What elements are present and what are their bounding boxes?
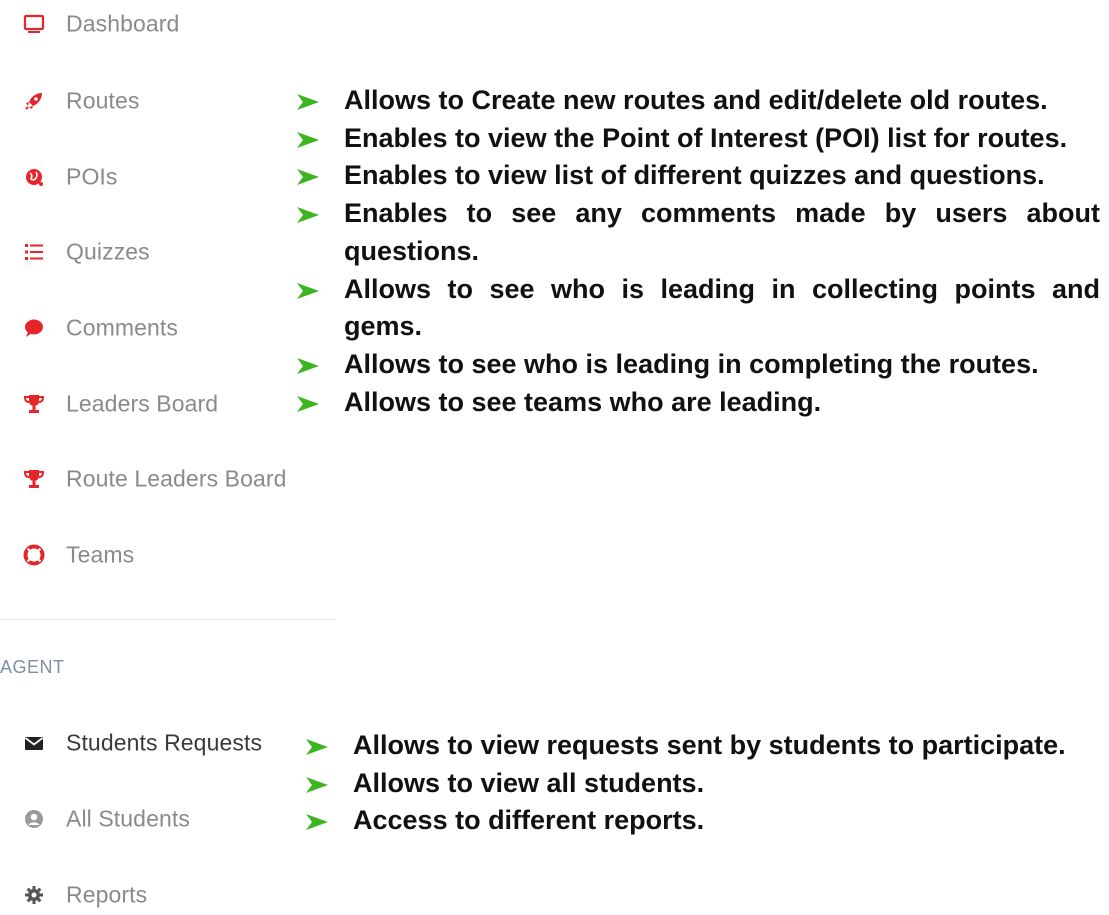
sidebar-item-reports[interactable]: Reports: [0, 875, 340, 915]
list-icon: [22, 240, 46, 264]
arrow-bullet-icon: [297, 395, 319, 412]
arrow-bullet-icon: [306, 739, 328, 755]
arrow-bullet-icon: [297, 94, 319, 110]
arrow-bullet-icon: [297, 169, 319, 186]
sidebar-item-dashboard[interactable]: Dashboard: [0, 4, 340, 44]
sidebar-item-label: Dashboard: [66, 10, 180, 37]
rocket-icon: [22, 89, 46, 113]
arrow-bullet-icon: [297, 207, 319, 224]
sidebar-item-leaders-board[interactable]: Leaders Board: [0, 384, 340, 424]
arrow-bullet-icon: [297, 282, 319, 299]
sidebar-item-comments[interactable]: Comments: [0, 308, 340, 348]
sidebar-item-teams[interactable]: Teams: [0, 535, 340, 575]
description-item: Allows to view all students.: [306, 765, 1100, 803]
sidebar-item-label: Reports: [66, 881, 148, 908]
trophy-icon: [22, 467, 46, 491]
sidebar-item-route-leaders-board[interactable]: Route Leaders Board: [0, 459, 340, 499]
sidebar-item-quizzes[interactable]: Quizzes: [0, 232, 340, 272]
sidebar-item-label: Students Requests: [66, 729, 263, 756]
description-item: Enables to view list of different quizze…: [297, 157, 1100, 195]
description-item: Enables to see any comments made by user…: [297, 195, 1100, 270]
sidebar-item-label: Quizzes: [66, 238, 150, 265]
sidebar-item-pois[interactable]: POIs: [0, 157, 340, 197]
arrow-bullet-icon: [306, 776, 328, 793]
sidebar-item-label: Leaders Board: [66, 390, 219, 417]
sidebar-item-students-requests[interactable]: Students Requests: [0, 723, 340, 763]
globe-icon: [22, 165, 46, 189]
description-item: Allows to Create new routes and edit/del…: [297, 82, 1100, 120]
comment-bubble-icon: [22, 316, 46, 340]
gear-icon: [22, 883, 46, 907]
sidebar-item-label: Route Leaders Board: [66, 465, 287, 492]
monitor-icon: [22, 12, 46, 36]
description-item: Enables to view the Point of Interest (P…: [297, 120, 1100, 158]
lifebuoy-icon: [22, 543, 46, 567]
arrow-bullet-icon: [297, 357, 319, 374]
sidebar-item-all-students[interactable]: All Students: [0, 799, 340, 839]
sidebar-divider: [0, 619, 336, 620]
agent-description-list: Allows to view requests sent by students…: [306, 727, 1100, 840]
description-item: Allows to view requests sent by students…: [306, 727, 1100, 765]
sidebar-item-label: Routes: [66, 87, 140, 114]
envelope-icon: [22, 731, 46, 755]
trophy-icon: [22, 392, 46, 416]
sidebar-item-label: POIs: [66, 163, 118, 190]
description-item: Allows to see who is leading in completi…: [297, 346, 1100, 384]
sidebar-item-label: All Students: [66, 805, 190, 832]
sidebar-item-routes[interactable]: Routes: [0, 81, 340, 121]
sidebar-section-heading-agent: AGENT: [0, 657, 65, 677]
sidebar-item-label: Comments: [66, 314, 178, 341]
arrow-bullet-icon: [297, 131, 319, 148]
description-item: Access to different reports.: [306, 802, 1100, 840]
user-circle-icon: [22, 807, 46, 831]
main-description-list: Allows to Create new routes and edit/del…: [297, 82, 1100, 421]
sidebar-item-label: Teams: [66, 541, 135, 568]
description-item: Allows to see teams who are leading.: [297, 384, 1100, 422]
description-item: Allows to see who is leading in collecti…: [297, 271, 1100, 346]
arrow-bullet-icon: [306, 814, 328, 831]
